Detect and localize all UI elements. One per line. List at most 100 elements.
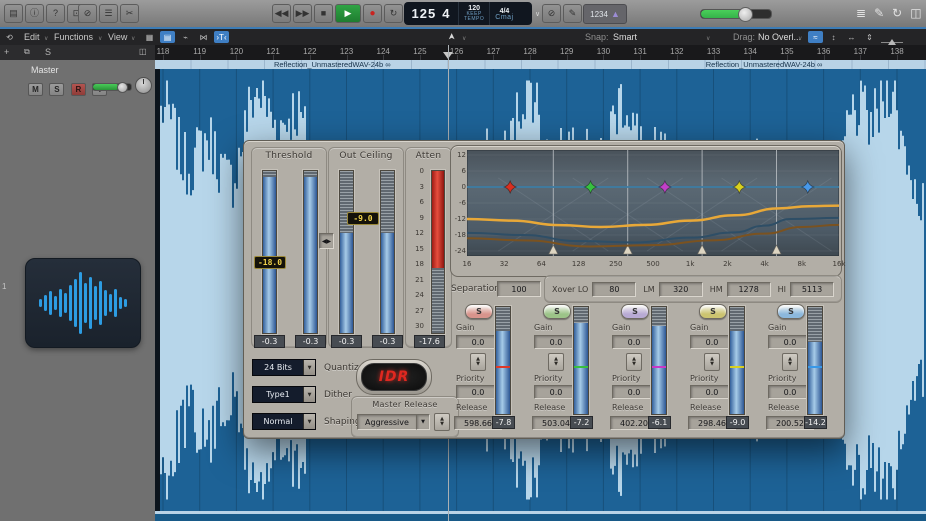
track-name[interactable]: Master	[31, 65, 59, 75]
count-in-button[interactable]: 1234 ▲	[583, 4, 627, 24]
master-release-stepper[interactable]: ▲▼	[434, 413, 450, 431]
cycle-button[interactable]: ↻	[384, 4, 403, 23]
crossfade-icon[interactable]: ⋈	[196, 31, 211, 43]
master-release-value[interactable]: Aggressive	[357, 414, 417, 430]
solo-button[interactable]: S	[49, 83, 64, 96]
vertical-zoom-slider[interactable]	[881, 42, 903, 43]
threshold-readout[interactable]: -0.3	[254, 335, 285, 348]
bar-ruler[interactable]: 1181191201211221231241251261271281291301…	[155, 45, 926, 60]
auto-zoom-icon[interactable]: ↕	[826, 31, 841, 43]
pan-knob[interactable]	[135, 77, 152, 94]
stop-button[interactable]: ■	[314, 4, 333, 23]
automation-icon[interactable]: ⌁	[178, 31, 193, 43]
plugin-window-l3-multimaximizer[interactable]: Threshold -18.0 -0.3 -0.3 ◀▶ Out Ceiling…	[243, 140, 845, 439]
snap-value[interactable]: Smart	[613, 32, 637, 42]
threshold-meter-left[interactable]	[262, 170, 277, 334]
flex-icon[interactable]: ›T‹	[214, 31, 229, 43]
track-volume-thumb[interactable]	[117, 82, 128, 93]
gain-stepper[interactable]: ▲▼	[470, 353, 486, 371]
browsers-icon[interactable]: ◫	[910, 6, 921, 20]
list-editors-icon[interactable]: ≣	[856, 6, 866, 20]
record-enable-button[interactable]: R	[71, 83, 86, 96]
graph-plot[interactable]	[467, 150, 839, 256]
band-solo-button[interactable]: S	[699, 304, 727, 319]
band-solo-button[interactable]: S	[621, 304, 649, 319]
dropdown-arrow-icon[interactable]: ▼	[416, 414, 430, 430]
multiband-graph[interactable]: 1260-6-12-18-241632641282505001k2k4k8k16…	[450, 145, 842, 277]
menu-view[interactable]: View	[108, 32, 127, 42]
band-priority-tick[interactable]	[808, 366, 822, 368]
gain-stepper[interactable]: ▲▼	[782, 353, 798, 371]
gain-stepper[interactable]: ▲▼	[548, 353, 564, 371]
track-icon[interactable]	[25, 258, 141, 348]
gain-stepper[interactable]: ▲▼	[704, 353, 720, 371]
threshold-value-tag[interactable]: -18.0	[254, 256, 286, 269]
editors-icon[interactable]: ✂	[120, 4, 139, 23]
note-pads-icon[interactable]: ✎	[874, 6, 884, 20]
lcd-signature[interactable]: 4/4 Cmaj	[490, 2, 518, 25]
xover-value[interactable]: 5113	[790, 282, 834, 297]
quantize-value[interactable]: 24 Bits	[253, 363, 303, 372]
band-priority-tick[interactable]	[730, 366, 744, 368]
band-priority-tick[interactable]	[574, 366, 588, 368]
drag-value[interactable]: No Overl...	[758, 32, 801, 42]
dropdown-arrow-icon[interactable]: ▼	[303, 387, 315, 402]
threshold-readout[interactable]: -0.3	[295, 335, 326, 348]
pointer-tool-icon[interactable]: ➤	[446, 33, 457, 41]
rewind-button[interactable]: ◀◀	[272, 4, 291, 23]
region-header[interactable]: Reflection_UnmasteredWAV-24b ∞ Reflectio…	[155, 60, 926, 69]
editor-icon[interactable]: ▤	[160, 31, 175, 43]
chevron-down-icon[interactable]: ∨	[798, 35, 802, 42]
track-header-s-button[interactable]: S	[45, 47, 51, 57]
add-track-button[interactable]: +	[4, 47, 9, 57]
out-ceiling-meter-right[interactable]	[380, 170, 395, 334]
track-config-button[interactable]: ◫	[139, 47, 147, 56]
horizontal-fit-icon[interactable]: ↔	[844, 31, 859, 43]
key-signature[interactable]: Cmaj	[495, 15, 513, 20]
toolbar-toggle-icon[interactable]: ▤	[4, 4, 23, 23]
out-ceiling-readout[interactable]: -0.3	[331, 335, 362, 348]
band-solo-button[interactable]: S	[543, 304, 571, 319]
lcd-display[interactable]: 125 4 120 KEEP TEMPO 4/4 Cmaj	[404, 2, 532, 25]
dither-select[interactable]: Type1▼	[252, 386, 316, 403]
metronome-icon[interactable]: ▲	[611, 9, 620, 19]
xover-value[interactable]: 80	[592, 282, 636, 297]
quantize-select[interactable]: 24 Bits▼	[252, 359, 316, 376]
band-priority-tick[interactable]	[652, 366, 666, 368]
separation-value[interactable]: 100	[497, 281, 541, 297]
band-priority-tick[interactable]	[496, 366, 510, 368]
out-ceiling-readout[interactable]: -0.3	[372, 335, 403, 348]
threshold-meter-right[interactable]	[303, 170, 318, 334]
menu-edit[interactable]: Edit	[24, 32, 40, 42]
position-bar[interactable]: 125	[412, 8, 437, 20]
inspector-icon[interactable]: ⓘ	[25, 4, 44, 23]
pencil-icon[interactable]: ✎	[563, 4, 582, 23]
waveform-zoom-icon[interactable]: ≈	[808, 31, 823, 43]
vertical-fit-icon[interactable]: ⇕	[862, 31, 877, 43]
lcd-tempo[interactable]: 120 KEEP TEMPO	[459, 2, 490, 25]
tool-icon[interactable]: ⟲	[2, 31, 17, 43]
link-button[interactable]: ◀▶	[319, 233, 334, 249]
xover-value[interactable]: 320	[659, 282, 703, 297]
xover-value[interactable]: 1278	[727, 282, 771, 297]
tuner-icon[interactable]: ⊘	[542, 4, 561, 23]
dropdown-arrow-icon[interactable]: ▼	[303, 360, 315, 375]
mixer-icon[interactable]: ☰	[99, 4, 118, 23]
lcd-chevron-icon[interactable]: ∨	[535, 10, 540, 18]
forward-button[interactable]: ▶▶	[293, 4, 312, 23]
dropdown-arrow-icon[interactable]: ▼	[303, 414, 315, 429]
position-beat[interactable]: 4	[442, 8, 450, 20]
smart-controls-icon[interactable]: ⊘	[78, 4, 97, 23]
play-button[interactable]: ▶	[335, 4, 361, 23]
duplicate-track-button[interactable]: ⧉	[24, 47, 30, 57]
volume-thumb[interactable]	[738, 7, 753, 22]
chevron-down-icon[interactable]: ∨	[462, 35, 466, 42]
band-solo-button[interactable]: S	[465, 304, 493, 319]
band-solo-button[interactable]: S	[777, 304, 805, 319]
master-volume-slider[interactable]	[700, 9, 772, 19]
record-button[interactable]: ●	[363, 4, 382, 23]
chevron-down-icon[interactable]: ∨	[706, 35, 710, 42]
grid-icon[interactable]: ▦	[142, 31, 157, 43]
apple-loops-icon[interactable]: ↻	[892, 6, 902, 20]
out-ceiling-value-tag[interactable]: -9.0	[347, 212, 379, 225]
